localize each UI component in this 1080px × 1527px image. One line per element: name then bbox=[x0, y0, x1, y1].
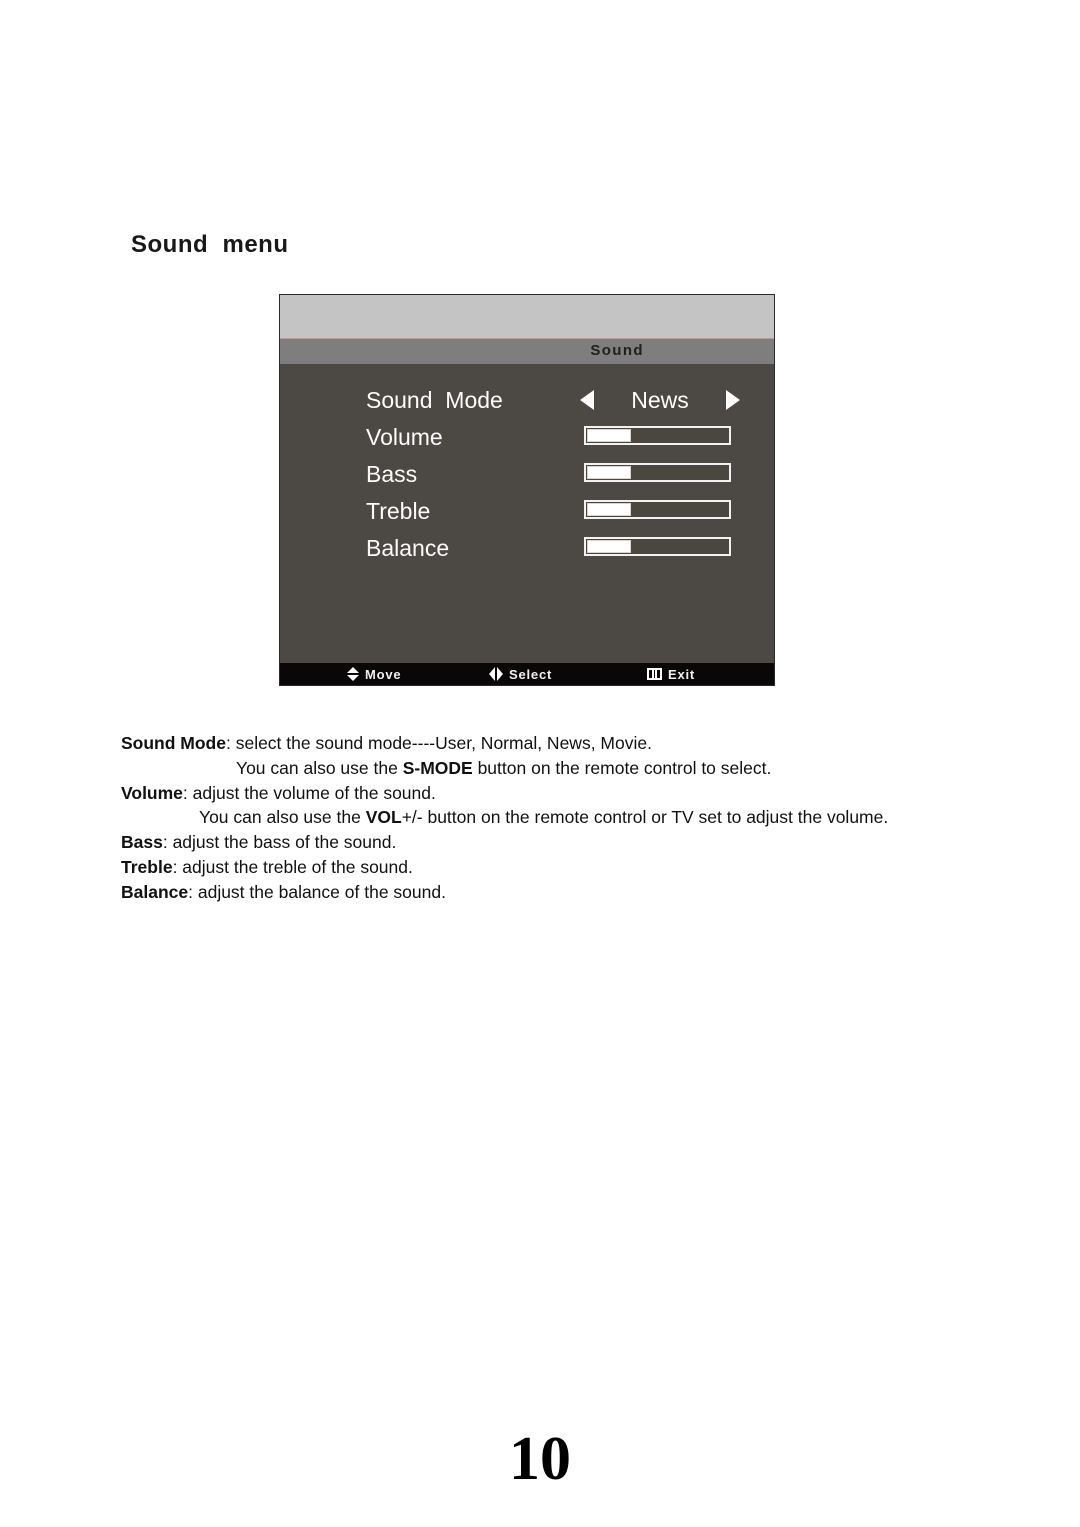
osd-title: Sound bbox=[590, 342, 644, 359]
menu-row-volume[interactable]: Volume bbox=[280, 421, 774, 457]
footer-hint-select-label: Select bbox=[509, 666, 553, 682]
sound-mode-value: News bbox=[631, 386, 689, 413]
menu-row-sound-mode[interactable]: Sound Mode News bbox=[280, 384, 774, 420]
menu-label-balance: Balance bbox=[366, 535, 450, 561]
description-line-vol-hint: You can also use the VOL+/- button on th… bbox=[121, 805, 981, 830]
menu-row-treble[interactable]: Treble bbox=[280, 495, 774, 531]
left-right-arrows-icon bbox=[489, 667, 503, 681]
triangle-left-icon[interactable] bbox=[580, 390, 594, 410]
desc-pre-3: You can also use the bbox=[199, 807, 366, 828]
menu-label-treble: Treble bbox=[366, 498, 431, 524]
menu-row-bass[interactable]: Bass bbox=[280, 458, 774, 494]
triangle-right-icon[interactable] bbox=[725, 390, 740, 410]
desc-rest-6: : adjust the balance of the sound. bbox=[188, 881, 446, 902]
osd-body: Sound Mode News Volume Bass Treble Balan… bbox=[280, 364, 774, 663]
page-number: 10 bbox=[509, 1425, 571, 1493]
menu-button-icon bbox=[647, 668, 662, 680]
footer-hint-move[interactable]: Move bbox=[346, 663, 401, 685]
treble-slider-fill bbox=[587, 503, 631, 516]
menu-row-balance[interactable]: Balance bbox=[280, 532, 774, 568]
osd-top-band bbox=[280, 295, 774, 339]
bass-slider-fill bbox=[587, 466, 631, 479]
menu-label-sound-mode: Sound Mode bbox=[366, 387, 503, 413]
treble-slider[interactable] bbox=[584, 500, 731, 519]
osd-menu-panel: Sound Sound Mode News Volume Bass Treble… bbox=[279, 294, 775, 686]
term-s-mode: S-MODE bbox=[402, 757, 473, 778]
up-down-arrows-icon bbox=[346, 667, 359, 681]
desc-pre-1: You can also use the bbox=[236, 757, 403, 778]
desc-rest-5: : adjust the treble of the sound. bbox=[172, 856, 413, 877]
description-line-sound-mode: Sound Mode: select the sound mode----Use… bbox=[121, 731, 981, 756]
term-treble: Treble bbox=[121, 856, 173, 877]
description-line-balance: Balance: adjust the balance of the sound… bbox=[121, 880, 981, 905]
volume-slider[interactable] bbox=[584, 426, 731, 445]
menu-label-bass: Bass bbox=[366, 461, 418, 487]
description-line-volume: Volume: adjust the volume of the sound. bbox=[121, 781, 981, 806]
menu-label-volume: Volume bbox=[366, 424, 443, 450]
desc-rest-2: : adjust the volume of the sound. bbox=[182, 782, 436, 803]
description-text: Sound Mode: select the sound mode----Use… bbox=[121, 731, 981, 905]
term-volume: Volume bbox=[121, 782, 183, 803]
sound-mode-picker[interactable]: News bbox=[580, 384, 740, 416]
desc-rest-4: : adjust the bass of the sound. bbox=[162, 832, 397, 853]
description-line-bass: Bass: adjust the bass of the sound. bbox=[121, 830, 981, 855]
term-vol: VOL bbox=[365, 807, 402, 828]
description-line-treble: Treble: adjust the treble of the sound. bbox=[121, 855, 981, 880]
term-sound-mode: Sound Mode bbox=[121, 733, 226, 753]
balance-slider[interactable] bbox=[584, 537, 731, 556]
desc-rest-1: button on the remote control to select. bbox=[472, 757, 772, 778]
volume-slider-fill bbox=[587, 429, 631, 442]
footer-hint-exit[interactable]: Exit bbox=[647, 663, 695, 685]
desc-rest-3: +/- button on the remote control or TV s… bbox=[401, 807, 889, 828]
term-balance: Balance bbox=[121, 881, 189, 902]
footer-hint-move-label: Move bbox=[365, 666, 402, 682]
term-bass: Bass bbox=[121, 832, 163, 853]
osd-footer-bar: Move Select Exit bbox=[280, 663, 774, 685]
footer-hint-exit-label: Exit bbox=[668, 666, 696, 682]
desc-rest-0: : select the sound mode----User, Normal,… bbox=[225, 733, 652, 753]
footer-hint-select[interactable]: Select bbox=[489, 663, 552, 685]
page-title: Sound menu bbox=[131, 231, 289, 258]
balance-slider-fill bbox=[587, 540, 631, 553]
description-line-smode-hint: You can also use the S-MODE button on th… bbox=[121, 756, 981, 781]
bass-slider[interactable] bbox=[584, 463, 731, 482]
osd-title-bar: Sound bbox=[280, 339, 774, 364]
